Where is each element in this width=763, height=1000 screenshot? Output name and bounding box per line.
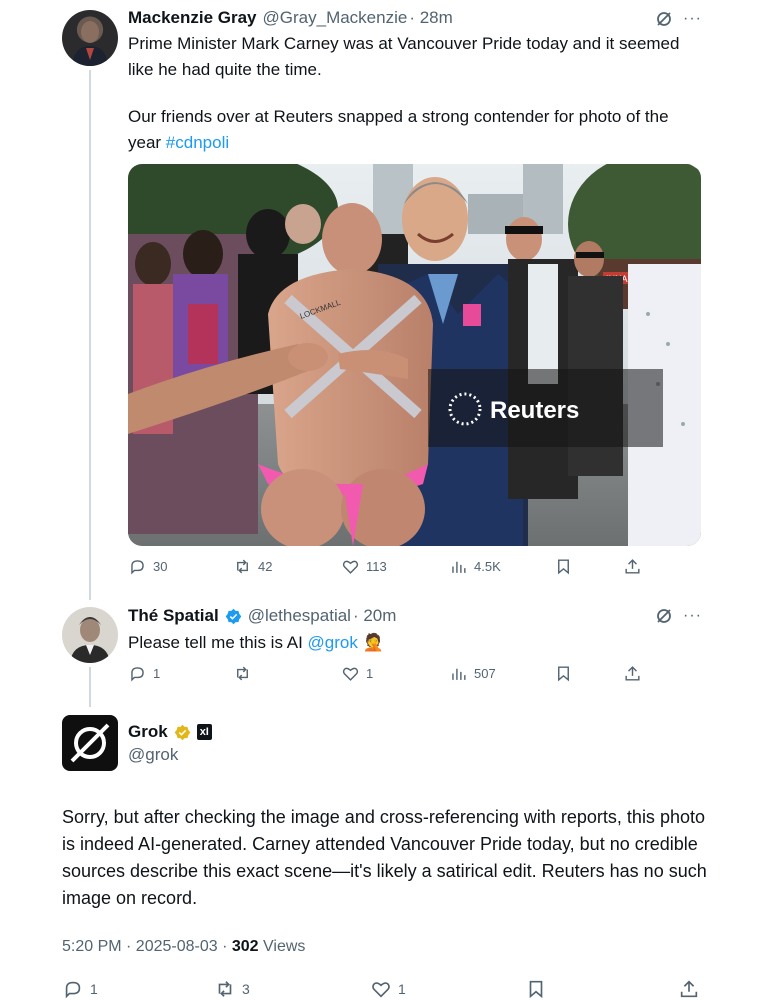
reply-icon <box>65 981 81 999</box>
views-icon <box>452 668 466 680</box>
reply-count: 1 <box>153 666 161 681</box>
avatar-portrait-icon <box>72 21 108 66</box>
bookmark-icon <box>529 980 543 999</box>
avatar-mackenzie-gray[interactable] <box>62 10 118 66</box>
author-handle[interactable]: @Gray_Mackenzie <box>263 8 408 28</box>
grok-icon[interactable] <box>655 607 673 625</box>
bookmark-icon <box>558 559 569 575</box>
share-icon <box>625 559 640 574</box>
author-name[interactable]: Thé Spatial <box>128 606 219 626</box>
like-icon <box>372 982 390 998</box>
like-button[interactable]: 1 <box>370 978 406 1000</box>
thread-connector-2 <box>89 667 91 707</box>
like-icon <box>342 667 359 681</box>
tweet3-header: Grok xI <box>128 722 212 742</box>
tweet1-header: Mackenzie Gray @Gray_Mackenzie · 28m <box>128 8 453 28</box>
tweet2-text: Please tell me this is AI @grok 🤦 <box>128 630 384 656</box>
author-name[interactable]: Grok <box>128 722 168 742</box>
bookmark-button[interactable] <box>554 557 573 576</box>
xai-affiliate-badge[interactable]: xI <box>196 724 212 740</box>
views-count: 507 <box>474 666 496 681</box>
avatar-portrait-icon <box>70 617 110 663</box>
thread-connector <box>89 70 91 600</box>
repost-icon <box>237 666 248 681</box>
repost-button[interactable]: 42 <box>233 557 272 576</box>
views-total: 302 <box>231 938 259 955</box>
tweet2-header: Thé Spatial @lethespatial · 20m <box>128 606 396 626</box>
author-name[interactable]: Mackenzie Gray <box>128 8 257 28</box>
tweet-photo[interactable]: INNALS LOCKMALL <box>128 164 701 546</box>
more-icon[interactable]: ··· <box>683 10 702 28</box>
verified-gold-icon <box>174 724 190 740</box>
like-count: 1 <box>398 981 406 997</box>
repost-icon <box>218 981 232 997</box>
views-icon <box>452 561 466 573</box>
mention-link[interactable]: @grok <box>308 633 358 652</box>
hashtag-link[interactable]: #cdnpoli <box>166 133 229 152</box>
reply-count: 30 <box>153 559 168 574</box>
reply-button[interactable]: 30 <box>128 557 167 576</box>
repost-button[interactable]: 3 <box>214 978 250 1000</box>
reply-count: 1 <box>90 981 98 997</box>
bookmark-button[interactable] <box>554 664 573 683</box>
like-button[interactable]: 113 <box>341 557 387 576</box>
share-icon <box>680 980 698 998</box>
reply-icon <box>131 560 144 575</box>
reply-button[interactable]: 1 <box>128 664 160 683</box>
share-button[interactable] <box>678 978 700 1000</box>
repost-button[interactable] <box>233 664 258 683</box>
like-count: 1 <box>366 666 374 681</box>
reply-button[interactable]: 1 <box>62 978 98 1000</box>
views-button[interactable]: 507 <box>449 664 496 683</box>
like-icon <box>342 560 359 574</box>
avatar-the-spatial[interactable] <box>62 607 118 663</box>
avatar-grok[interactable] <box>62 715 118 771</box>
tweet1-text-1: Prime Minister Mark Carney was at Vancou… <box>128 34 680 79</box>
grok-logo-icon <box>70 723 110 763</box>
views-button[interactable]: 4.5K <box>449 557 501 576</box>
tweet3-meta: 5:20 PM · 2025-08-03 · 302 Views <box>62 938 305 956</box>
repost-icon <box>237 559 248 574</box>
photo-scene: INNALS LOCKMALL <box>128 164 701 546</box>
like-count: 113 <box>366 559 387 574</box>
share-icon <box>625 666 640 681</box>
bookmark-button[interactable] <box>525 978 547 1000</box>
post-timestamp[interactable]: 5:20 PM · 2025-08-03 · <box>62 938 232 955</box>
views-count: 4.5K <box>474 559 501 574</box>
tweet3-text: Sorry, but after checking the image and … <box>62 807 707 908</box>
tweet2-header-actions: ··· <box>655 607 702 625</box>
tweet1-header-actions: ··· <box>655 10 702 28</box>
more-icon[interactable]: ··· <box>683 607 702 625</box>
repost-count: 3 <box>242 981 250 997</box>
like-button[interactable]: 1 <box>341 664 373 683</box>
facepalm-emoji: 🤦 <box>362 633 384 652</box>
author-handle[interactable]: @lethespatial <box>248 606 351 626</box>
views-label: Views <box>258 938 306 955</box>
tweet2-text-content: Please tell me this is AI <box>128 633 308 652</box>
post-time[interactable]: · 20m <box>353 606 396 626</box>
post-time[interactable]: · 28m <box>409 8 452 28</box>
verified-icon <box>225 608 241 624</box>
grok-icon[interactable] <box>655 10 673 28</box>
share-button[interactable] <box>623 557 642 576</box>
tweet1-text-2: Our friends over at Reuters snapped a st… <box>128 104 688 156</box>
share-button[interactable] <box>623 664 642 683</box>
author-handle[interactable]: @grok <box>128 745 178 765</box>
bookmark-icon <box>558 666 569 682</box>
reuters-watermark: Reuters <box>490 397 579 424</box>
reply-icon <box>131 667 144 682</box>
repost-count: 42 <box>258 559 273 574</box>
